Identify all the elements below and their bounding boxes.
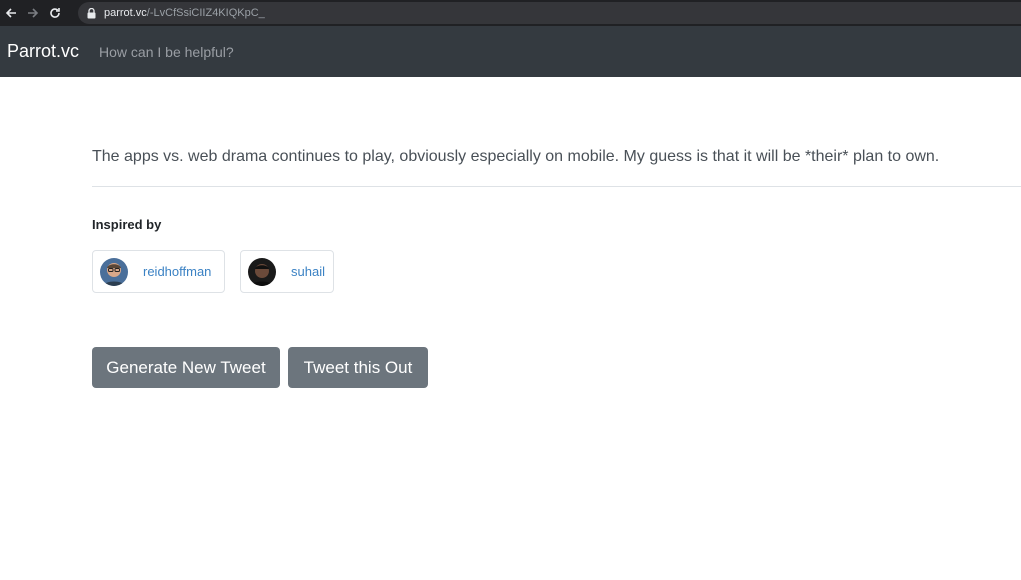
lock-icon [87,7,96,19]
reload-button[interactable] [44,0,66,26]
back-button[interactable] [0,0,22,26]
user-handle-link[interactable]: suhail [291,264,325,279]
divider [92,186,1021,187]
brand-link[interactable]: Parrot.vc [7,41,79,62]
nav-link-help[interactable]: How can I be helpful? [99,44,234,60]
site-navbar: Parrot.vc How can I be helpful? [0,26,1021,77]
reload-icon [50,8,60,18]
forward-button[interactable] [22,0,44,26]
user-handle-link[interactable]: reidhoffman [143,264,211,279]
avatar [248,257,276,286]
arrow-right-icon [28,8,39,18]
url-host: parrot.vc [104,7,147,19]
tweet-this-out-button[interactable]: Tweet this Out [288,347,428,388]
arrow-left-icon [5,8,16,18]
browser-toolbar: parrot.vc/-LvCfSsiCIIZ4KIQKpC_ [0,0,1021,26]
inspired-user-chip[interactable]: reidhoffman [92,250,225,293]
url-path: /-LvCfSsiCIIZ4KIQKpC_ [146,7,265,19]
address-bar[interactable]: parrot.vc/-LvCfSsiCIIZ4KIQKpC_ [78,2,1021,24]
generate-new-tweet-button[interactable]: Generate New Tweet [92,347,280,388]
inspired-user-chip[interactable]: suhail [240,250,334,293]
generated-tweet-text: The apps vs. web drama continues to play… [92,148,940,165]
url-text: parrot.vc/-LvCfSsiCIIZ4KIQKpC_ [104,7,265,19]
inspired-by-heading: Inspired by [92,217,162,232]
avatar [100,257,128,286]
